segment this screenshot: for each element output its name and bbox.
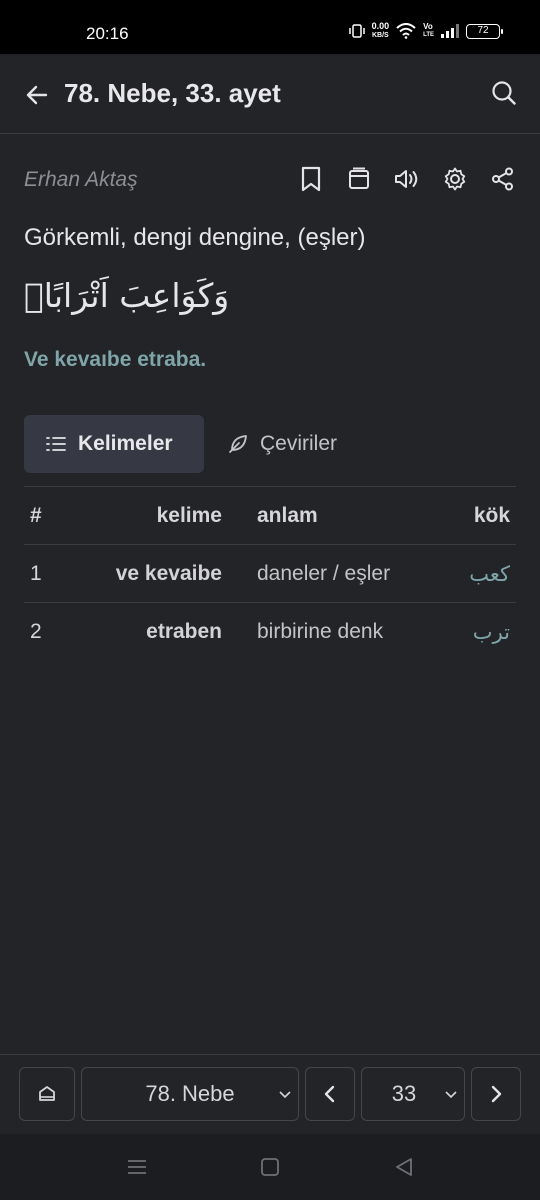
table-row[interactable]: 2 etraben birbirine denk ترب bbox=[24, 602, 516, 660]
row-num: 2 bbox=[30, 620, 42, 643]
share-icon bbox=[492, 167, 513, 191]
home-button[interactable] bbox=[19, 1067, 75, 1121]
next-ayah-button[interactable] bbox=[471, 1067, 521, 1121]
chevron-right-icon bbox=[491, 1085, 502, 1103]
recents-menu-icon[interactable] bbox=[126, 1156, 148, 1178]
book-button[interactable] bbox=[344, 164, 374, 194]
book-icon bbox=[349, 167, 369, 189]
ayah-value: 33 bbox=[391, 1081, 417, 1106]
row-num: 1 bbox=[30, 562, 42, 585]
page-title: 78. Nebe, 33. ayet bbox=[64, 78, 281, 108]
share-button[interactable] bbox=[488, 164, 518, 194]
bottom-navigation: 78. Nebe 33 bbox=[0, 1054, 540, 1134]
home-nav-icon[interactable] bbox=[259, 1156, 281, 1178]
header-num: # bbox=[30, 504, 42, 527]
battery-icon: 72 bbox=[466, 23, 503, 39]
tab-bar: Kelimeler Çeviriler bbox=[24, 415, 359, 473]
verse-arabic: وَكَوَاعِبَ اَتْرَابًاۙ bbox=[24, 276, 230, 315]
table-row[interactable]: 1 ve kevaibe daneler / eşler كعب bbox=[24, 544, 516, 602]
chevron-left-icon bbox=[324, 1085, 335, 1103]
chevron-down-icon bbox=[279, 1091, 291, 1099]
net-speed: 0.00 KB/S bbox=[371, 21, 390, 40]
speaker-icon bbox=[395, 170, 418, 188]
list-icon bbox=[46, 437, 66, 451]
app-screen: 78. Nebe, 33. ayet Erhan Aktaş Görkemli,… bbox=[0, 54, 540, 1134]
settings-button[interactable] bbox=[440, 164, 470, 194]
verse-translation: Görkemli, dengi dengine, (eşler) bbox=[24, 224, 366, 251]
surah-value: 78. Nebe bbox=[145, 1081, 235, 1106]
row-meaning: birbirine denk bbox=[257, 620, 384, 643]
translator-name: Erhan Aktaş bbox=[24, 168, 138, 191]
verse-transliteration: Ve kevaıbe etraba. bbox=[24, 348, 207, 371]
row-root-link[interactable]: كعب bbox=[469, 545, 510, 603]
surah-select[interactable]: 78. Nebe bbox=[81, 1067, 299, 1121]
audio-button[interactable] bbox=[392, 164, 422, 194]
wifi-icon bbox=[396, 23, 416, 39]
header-meaning: anlam bbox=[257, 504, 318, 527]
system-navigation-bar bbox=[0, 1134, 540, 1200]
chevron-down-icon bbox=[445, 1091, 457, 1099]
feather-icon bbox=[229, 435, 247, 453]
header-word: kelime bbox=[156, 504, 222, 527]
arrow-left-icon[interactable] bbox=[24, 82, 50, 108]
tab-label: Çeviriler bbox=[260, 432, 338, 455]
row-root-link[interactable]: ترب bbox=[473, 603, 510, 661]
home-icon bbox=[39, 1086, 55, 1101]
previous-ayah-button[interactable] bbox=[305, 1067, 355, 1121]
bookmark-button[interactable] bbox=[296, 164, 326, 194]
row-word: ve kevaibe bbox=[115, 562, 222, 585]
status-bar: 20:16 0.00 KB/S Vo LTE 72 bbox=[0, 0, 540, 54]
settings-icon bbox=[444, 167, 466, 191]
row-word: etraben bbox=[146, 620, 222, 643]
vibrate-icon bbox=[348, 24, 365, 38]
table-header: # kelime anlam kök bbox=[24, 486, 516, 544]
tab-label: Kelimeler bbox=[78, 432, 173, 455]
top-app-bar: 78. Nebe, 33. ayet bbox=[0, 54, 540, 134]
verse-actions bbox=[296, 164, 518, 194]
search-icon[interactable] bbox=[490, 79, 518, 107]
back-nav-icon[interactable] bbox=[393, 1156, 415, 1178]
status-time: 20:16 bbox=[86, 24, 129, 43]
tab-kelimeler[interactable]: Kelimeler bbox=[24, 415, 204, 473]
tab-ceviriler[interactable]: Çeviriler bbox=[204, 415, 359, 473]
row-meaning: daneler / eşler bbox=[257, 562, 391, 585]
volte-indicator: Vo LTE bbox=[423, 22, 434, 39]
status-icons: 0.00 KB/S Vo LTE 72 bbox=[348, 21, 503, 40]
header-root: kök bbox=[473, 504, 510, 527]
signal-icon bbox=[441, 24, 459, 38]
word-table: # kelime anlam kök 1 ve kevaibe daneler … bbox=[24, 486, 516, 660]
bookmark-icon bbox=[301, 166, 321, 192]
ayah-select[interactable]: 33 bbox=[361, 1067, 465, 1121]
